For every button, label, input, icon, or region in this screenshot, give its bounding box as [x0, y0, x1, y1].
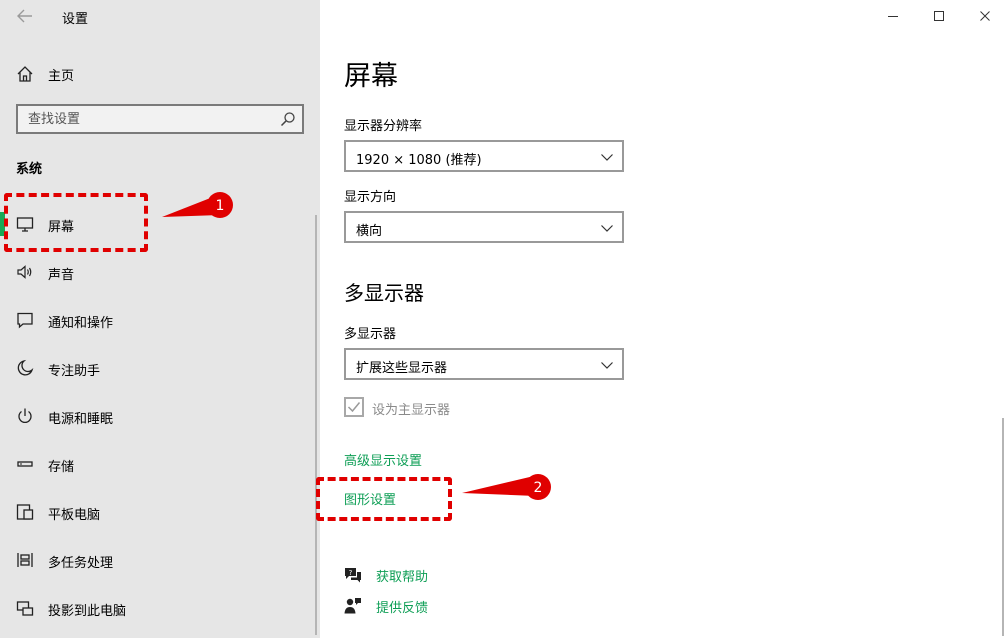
storage-icon — [17, 461, 33, 467]
orientation-value: 横向 — [356, 224, 383, 239]
sidebar-item-label: 专注助手 — [48, 364, 101, 379]
multi-display-value: 扩展这些显示器 — [356, 361, 448, 376]
power-icon — [18, 408, 32, 423]
resolution-label: 显示器分辨率 — [344, 119, 423, 134]
feedback-link[interactable]: 提供反馈 — [376, 597, 428, 616]
get-help-link[interactable]: 获取帮助 — [376, 566, 428, 585]
search-icon[interactable] — [280, 111, 296, 127]
sidebar-item-focus-assist[interactable]: 专注助手 — [0, 348, 316, 388]
main-scrollbar[interactable] — [1002, 418, 1004, 636]
home-icon — [17, 66, 33, 82]
sidebar-scrollbar[interactable] — [315, 215, 317, 635]
resolution-dropdown[interactable]: 1920 × 1080 (推荐) — [344, 140, 624, 172]
minimize-icon — [888, 16, 898, 17]
page-title: 屏幕 — [344, 61, 398, 92]
multi-display-label: 多显示器 — [344, 327, 397, 342]
advanced-display-settings-link[interactable]: 高级显示设置 — [344, 450, 422, 469]
notification-icon — [17, 312, 33, 329]
window-title: 设置 — [62, 12, 89, 27]
minimize-button[interactable] — [870, 0, 916, 32]
moon-icon — [17, 359, 34, 376]
close-button[interactable] — [962, 0, 1008, 32]
sidebar-item-power[interactable]: 电源和睡眠 — [0, 396, 316, 436]
sidebar-item-label: 电源和睡眠 — [48, 412, 114, 427]
tablet-icon — [16, 504, 34, 520]
sidebar-item-label: 存储 — [48, 460, 75, 475]
sidebar-item-multitasking[interactable]: 多任务处理 — [0, 540, 316, 580]
orientation-dropdown[interactable]: 横向 — [344, 211, 624, 243]
search-input[interactable] — [18, 106, 278, 132]
sidebar: 设置 主页 系统 屏幕 声音 通知和操作 — [0, 0, 320, 638]
maximize-button[interactable] — [916, 0, 962, 32]
chevron-down-icon — [601, 362, 613, 369]
project-icon — [16, 601, 34, 616]
back-button[interactable] — [14, 6, 36, 26]
main-display-checkbox[interactable] — [344, 397, 364, 417]
resolution-value: 1920 × 1080 (推荐) — [356, 153, 482, 168]
sidebar-item-notifications[interactable]: 通知和操作 — [0, 300, 316, 340]
multitask-icon — [17, 553, 33, 567]
annotation-box-1 — [4, 193, 148, 252]
close-icon — [980, 11, 990, 21]
search-box[interactable] — [16, 104, 304, 134]
sidebar-item-tablet[interactable]: 平板电脑 — [0, 492, 316, 532]
section-title: 系统 — [16, 162, 43, 177]
annotation-arrow-2: 2 — [462, 474, 551, 500]
feedback-person-icon — [344, 598, 361, 614]
sidebar-item-home[interactable]: 主页 — [0, 58, 320, 88]
sidebar-item-label: 主页 — [48, 69, 75, 84]
sidebar-item-label: 多任务处理 — [48, 556, 114, 571]
annotation-arrow-1: 1 — [162, 192, 233, 218]
chevron-down-icon — [601, 154, 613, 161]
annotation-box-2 — [316, 477, 452, 521]
sidebar-item-label: 通知和操作 — [48, 316, 114, 331]
sidebar-item-project[interactable]: 投影到此电脑 — [0, 588, 316, 628]
checkmark-icon — [347, 402, 361, 413]
svg-text:?: ? — [349, 569, 353, 577]
sidebar-item-storage[interactable]: 存储 — [0, 444, 316, 484]
multi-display-heading: 多显示器 — [344, 281, 424, 305]
chevron-down-icon — [601, 225, 613, 232]
annotation-number-1: 1 — [216, 198, 225, 214]
maximize-icon — [934, 11, 944, 21]
sidebar-item-label: 声音 — [48, 268, 75, 283]
help-chat-icon: ? — [345, 568, 361, 583]
sidebar-item-label: 投影到此电脑 — [48, 604, 127, 619]
annotation-number-2: 2 — [534, 480, 543, 496]
multi-display-dropdown[interactable]: 扩展这些显示器 — [344, 348, 624, 380]
speaker-icon — [17, 265, 32, 279]
sidebar-item-sound[interactable]: 声音 — [0, 252, 316, 292]
main-display-checkbox-label: 设为主显示器 — [372, 403, 451, 418]
sidebar-item-label: 平板电脑 — [48, 508, 101, 523]
back-arrow-icon — [17, 9, 32, 23]
orientation-label: 显示方向 — [344, 190, 397, 205]
